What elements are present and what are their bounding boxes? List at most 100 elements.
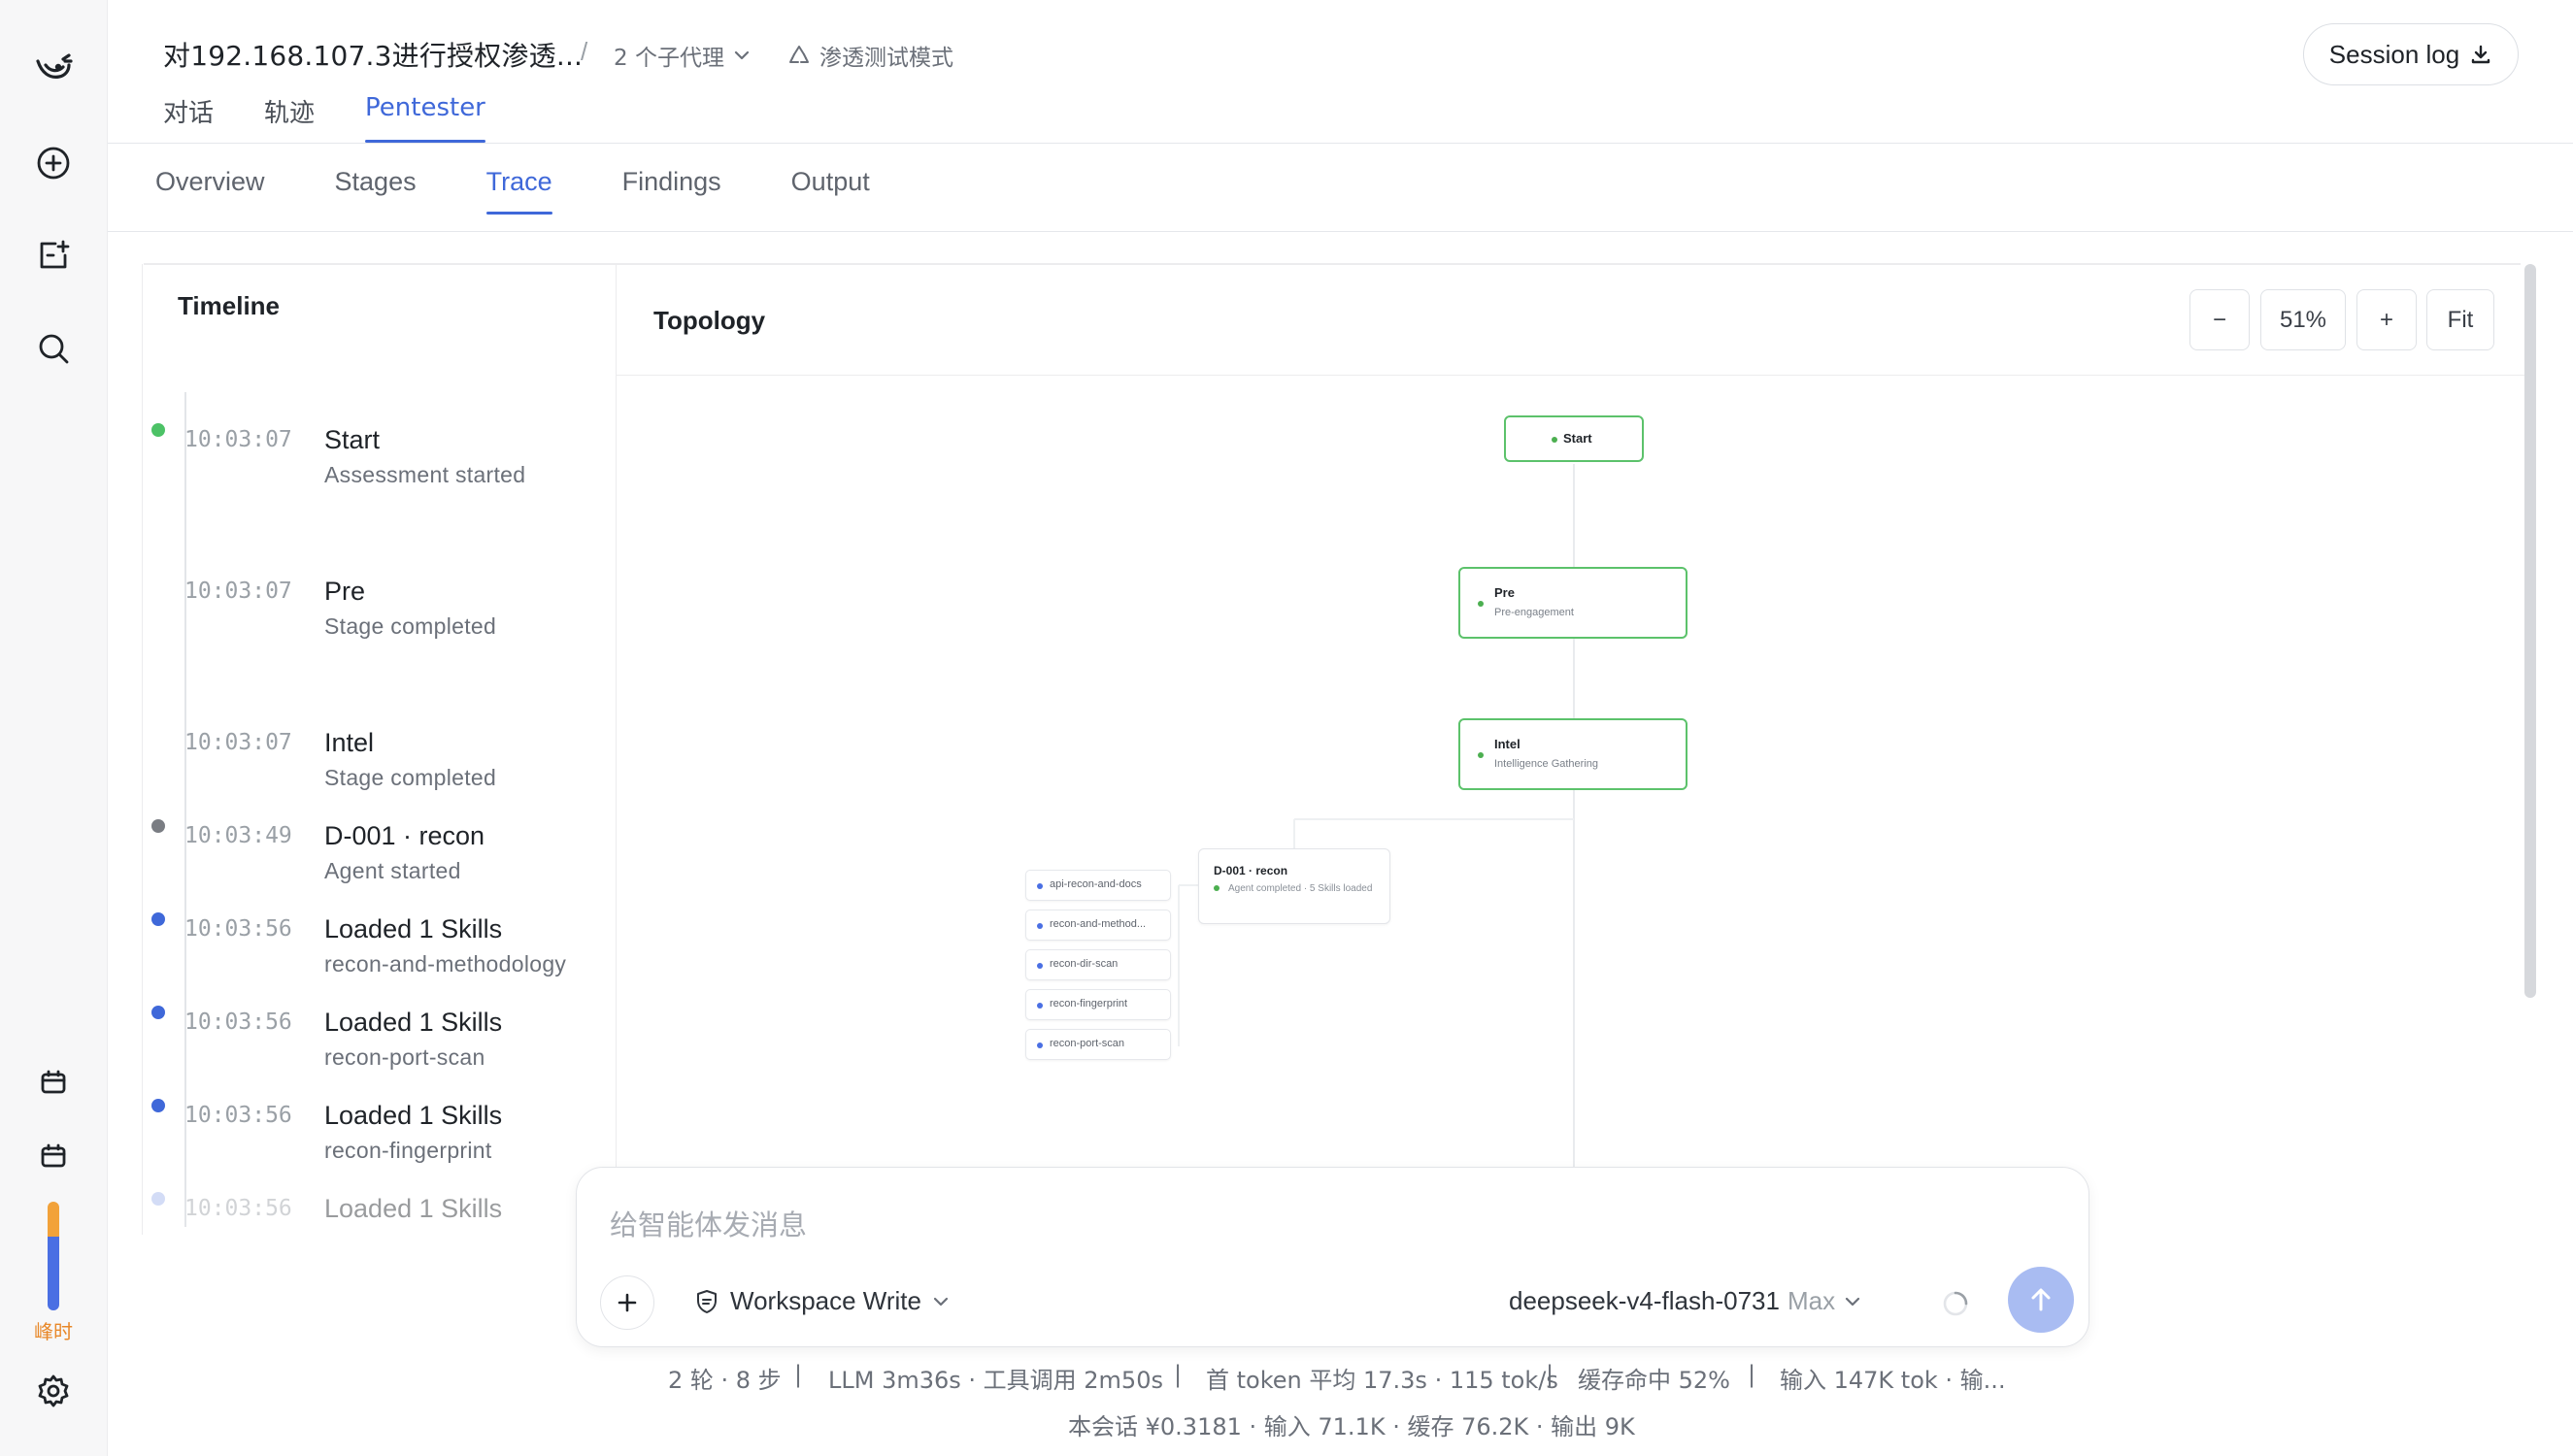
timeline-name: D-001 · recon bbox=[324, 821, 485, 850]
panel-border bbox=[142, 264, 143, 1235]
skill-node[interactable]: recon-fingerprint bbox=[1025, 989, 1171, 1020]
status-dot bbox=[151, 912, 165, 926]
timeline-name: Loaded 1 Skills bbox=[324, 1008, 503, 1037]
timeline-item[interactable]: 10:03:56 Loaded 1 Skills recon-fingerpri… bbox=[146, 1099, 612, 1176]
calendar-icon[interactable] bbox=[29, 1132, 78, 1180]
timeline-item[interactable]: 10:03:07 Intel Stage completed bbox=[146, 726, 612, 804]
node-intel[interactable]: Intel Intelligence Gathering bbox=[1458, 718, 1687, 790]
session-cost: 本会话 ¥0.3181 · 输入 71.1K · 缓存 76.2K · 输出 9… bbox=[1068, 1413, 1635, 1440]
header-divider bbox=[108, 143, 2573, 144]
subagents-dropdown[interactable]: 2 个子代理 bbox=[614, 39, 752, 72]
zoom-in-button[interactable]: + bbox=[2356, 289, 2417, 350]
tab-stages[interactable]: Stages bbox=[335, 167, 417, 215]
permission-label: Workspace Write bbox=[730, 1286, 921, 1315]
status-dot bbox=[1037, 1003, 1043, 1009]
status-dot bbox=[1552, 437, 1557, 443]
scrollbar[interactable] bbox=[2524, 264, 2536, 998]
timeline-name: Loaded 1 Skills bbox=[324, 1101, 503, 1130]
timeline-item[interactable]: 10:03:56 Loaded 1 Skills recon-port-scan bbox=[146, 1006, 612, 1083]
plus-icon bbox=[618, 1293, 637, 1312]
topology-canvas[interactable]: Start Pre Pre-engagement Intel Intellige… bbox=[618, 377, 2523, 1173]
tab-chat[interactable]: 对话 bbox=[163, 93, 214, 143]
send-button[interactable] bbox=[2008, 1267, 2074, 1333]
node-agent[interactable]: D-001 · recon Agent completed · 5 Skills… bbox=[1198, 848, 1390, 924]
search-icon[interactable] bbox=[29, 324, 78, 373]
panel-splitter[interactable] bbox=[616, 264, 617, 1235]
arrow-up-icon bbox=[2031, 1288, 2051, 1311]
new-project-icon[interactable] bbox=[29, 231, 78, 280]
permission-dropdown[interactable]: Workspace Write bbox=[693, 1286, 951, 1316]
status-dot bbox=[151, 423, 165, 437]
node-pre[interactable]: Pre Pre-engagement bbox=[1458, 567, 1687, 639]
zoom-out-button[interactable]: − bbox=[2189, 289, 2250, 350]
timeline-item[interactable]: 10:03:07 Start Assessment started bbox=[146, 423, 612, 501]
fit-button[interactable]: Fit bbox=[2426, 289, 2494, 350]
status-dot bbox=[1037, 923, 1043, 929]
node-subtitle: Intelligence Gathering bbox=[1494, 758, 1599, 770]
stat-separator: | bbox=[794, 1361, 803, 1388]
attach-button[interactable] bbox=[600, 1275, 654, 1330]
skill-node[interactable]: recon-dir-scan bbox=[1025, 949, 1171, 980]
timeline-time: 10:03:07 bbox=[184, 427, 292, 452]
status-dot bbox=[1037, 1042, 1043, 1048]
skill-label: recon-dir-scan bbox=[1050, 958, 1119, 970]
tab-output[interactable]: Output bbox=[791, 167, 870, 215]
skill-label: recon-and-method... bbox=[1050, 918, 1147, 930]
timeline-item[interactable]: 10:03:56 Loaded 1 Skills recon-and-metho… bbox=[146, 912, 612, 990]
settings-icon[interactable] bbox=[29, 1367, 78, 1415]
new-chat-icon[interactable] bbox=[29, 139, 78, 187]
timeline-time: 10:03:49 bbox=[184, 823, 292, 848]
timeline-item[interactable]: 10:03:49 D-001 · recon Agent started bbox=[146, 819, 612, 897]
timeline-time: 10:03:07 bbox=[184, 579, 292, 604]
calendar-icon[interactable] bbox=[29, 1058, 78, 1107]
timeline-time: 10:03:56 bbox=[184, 1196, 292, 1221]
skill-node[interactable]: api-recon-and-docs bbox=[1025, 870, 1171, 901]
timeline-name: Loaded 1 Skills bbox=[324, 1194, 503, 1223]
tab-trajectory[interactable]: 轨迹 bbox=[264, 93, 315, 143]
timeline-time: 10:03:56 bbox=[184, 916, 292, 942]
timeline-item[interactable]: 10:03:07 Pre Stage completed bbox=[146, 575, 612, 652]
timeline-name: Intel bbox=[324, 728, 375, 757]
logo-icon[interactable] bbox=[29, 45, 78, 93]
stat-item: 输入 147K tok · 输... bbox=[1780, 1367, 2006, 1394]
status-dot bbox=[151, 1099, 165, 1112]
timeline-desc: Agent started bbox=[324, 858, 461, 883]
skill-node[interactable]: recon-and-method... bbox=[1025, 910, 1171, 941]
timeline-title: Timeline bbox=[178, 291, 281, 320]
chevron-down-icon bbox=[734, 50, 750, 60]
tab-pentester[interactable]: Pentester bbox=[365, 93, 485, 143]
topology-title: Topology bbox=[653, 306, 766, 335]
timeline-time: 10:03:56 bbox=[184, 1009, 292, 1035]
session-log-label: Session log bbox=[2328, 39, 2460, 69]
node-subtitle: Agent completed · 5 Skills loaded bbox=[1228, 883, 1373, 894]
node-start[interactable]: Start bbox=[1504, 415, 1644, 462]
model-dropdown[interactable]: deepseek-v4-flash-0731 Max bbox=[1509, 1286, 1862, 1316]
status-dot bbox=[1037, 963, 1043, 969]
tab-trace[interactable]: Trace bbox=[485, 167, 552, 215]
message-input[interactable]: 给智能体发消息 bbox=[610, 1203, 807, 1243]
timeline-name: Pre bbox=[324, 577, 366, 606]
tab-overview[interactable]: Overview bbox=[155, 167, 265, 215]
timeline-name: Loaded 1 Skills bbox=[324, 914, 503, 943]
chevron-down-icon bbox=[933, 1297, 949, 1306]
subtabs-divider bbox=[108, 231, 2573, 232]
skill-node[interactable]: recon-port-scan bbox=[1025, 1029, 1171, 1060]
recycle-icon bbox=[789, 46, 809, 63]
timeline-desc: Assessment started bbox=[324, 462, 526, 487]
timeline-item[interactable]: 10:03:56 Loaded 1 Skills bbox=[146, 1192, 612, 1270]
left-rail: 峰时 bbox=[0, 0, 108, 1456]
message-composer[interactable]: 给智能体发消息 Workspace Write deepseek-v4-flas… bbox=[576, 1167, 2089, 1347]
stat-separator: | bbox=[1546, 1361, 1554, 1388]
top-tabs: 对话 轨迹 Pentester bbox=[163, 93, 536, 143]
timeline-time: 10:03:07 bbox=[184, 730, 292, 755]
status-dot bbox=[1037, 883, 1043, 889]
status-dot bbox=[151, 1006, 165, 1019]
tab-findings[interactable]: Findings bbox=[622, 167, 721, 215]
status-dot bbox=[151, 819, 165, 833]
zoom-level[interactable]: 51% bbox=[2260, 289, 2346, 350]
node-name: D-001 · recon bbox=[1214, 864, 1288, 877]
timeline-desc: recon-port-scan bbox=[324, 1044, 485, 1070]
download-icon bbox=[2472, 45, 2490, 64]
usage-meter bbox=[48, 1202, 59, 1310]
session-log-button[interactable]: Session log bbox=[2303, 23, 2519, 85]
